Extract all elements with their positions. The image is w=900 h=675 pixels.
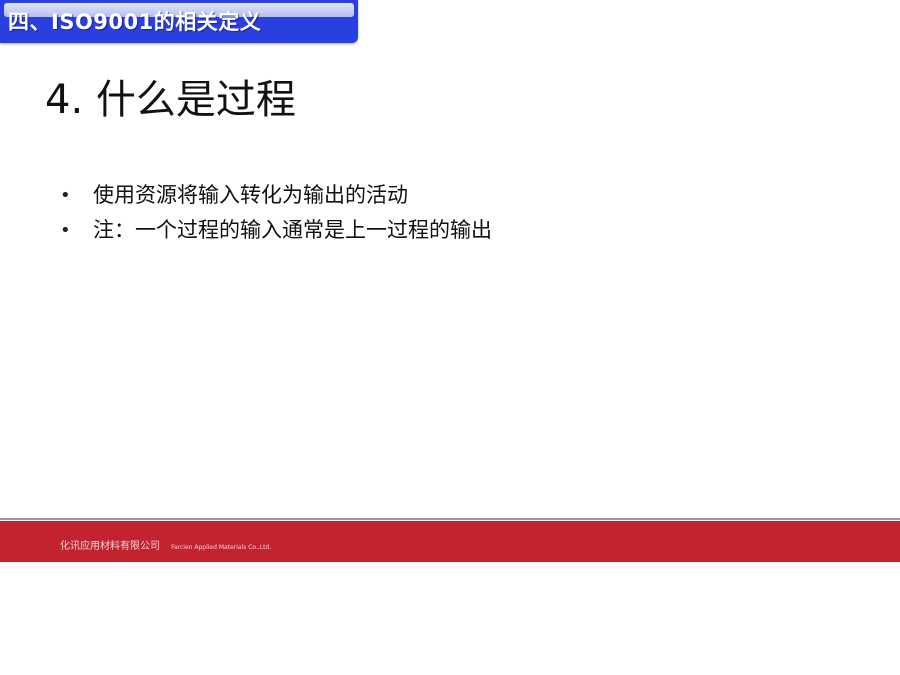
footer-bar: 化讯应用材料有限公司 Farcien Applied Materials Co.… bbox=[0, 521, 900, 562]
slide: 四、ISO9001的相关定义 4. 什么是过程 • 使用资源将输入转化为输出的活… bbox=[0, 0, 900, 562]
bullet-item: • 注：一个过程的输入通常是上一过程的输出 bbox=[60, 213, 492, 248]
bullet-item: • 使用资源将输入转化为输出的活动 bbox=[60, 178, 492, 213]
bullet-text: 使用资源将输入转化为输出的活动 bbox=[93, 183, 408, 207]
bullet-dot-icon: • bbox=[60, 220, 71, 241]
company-name-cn: 化讯应用材料有限公司 bbox=[60, 541, 160, 552]
slide-title: 4. 什么是过程 bbox=[45, 77, 296, 123]
footer-divider bbox=[0, 518, 900, 520]
company-name-en: Farcien Applied Materials Co.,Ltd. bbox=[171, 544, 272, 551]
section-label: 四、ISO9001的相关定义 bbox=[8, 10, 262, 34]
bullet-text: 注：一个过程的输入通常是上一过程的输出 bbox=[93, 218, 492, 242]
footer-company: 化讯应用材料有限公司 Farcien Applied Materials Co.… bbox=[60, 534, 271, 553]
bullet-dot-icon: • bbox=[60, 185, 71, 206]
bullet-list: • 使用资源将输入转化为输出的活动 • 注：一个过程的输入通常是上一过程的输出 bbox=[60, 178, 492, 248]
section-tab: 四、ISO9001的相关定义 bbox=[0, 0, 358, 43]
